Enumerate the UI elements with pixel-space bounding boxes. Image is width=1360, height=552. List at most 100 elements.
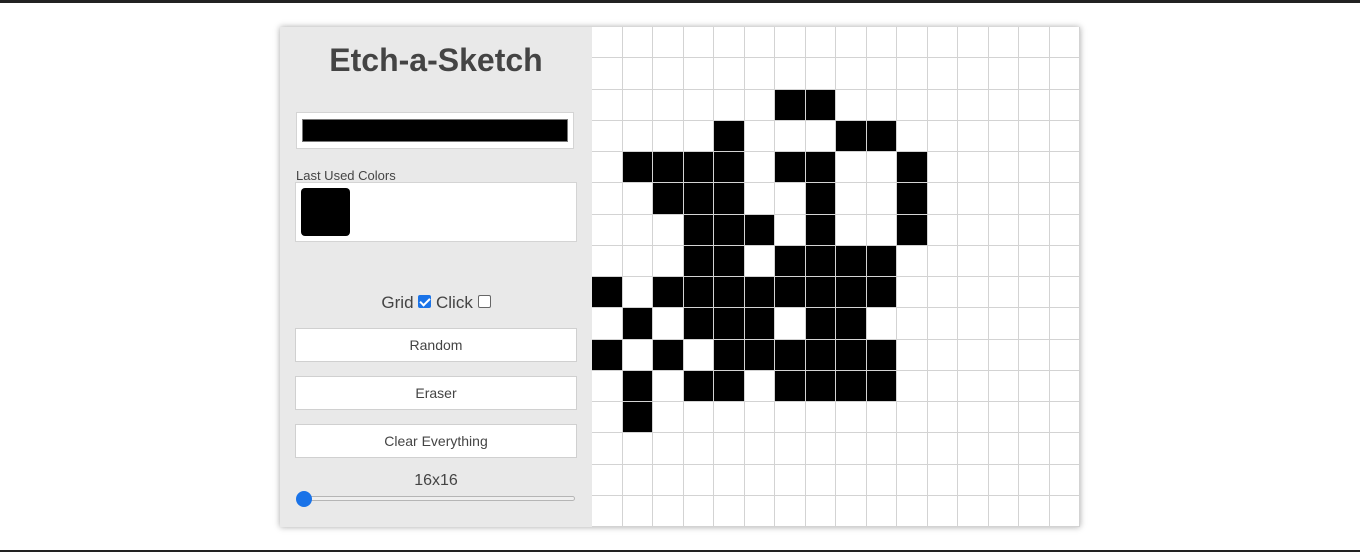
grid-cell[interactable]: [805, 339, 836, 371]
grid-cell[interactable]: [744, 152, 775, 184]
grid-cell[interactable]: [836, 339, 867, 371]
grid-cell[interactable]: [775, 433, 806, 465]
grid-cell[interactable]: [683, 120, 714, 152]
grid-cell[interactable]: [775, 152, 806, 184]
grid-cell[interactable]: [683, 277, 714, 309]
grid-cell[interactable]: [988, 277, 1019, 309]
grid-cell[interactable]: [683, 402, 714, 434]
grid-cell[interactable]: [775, 308, 806, 340]
grid-cell[interactable]: [988, 370, 1019, 402]
grid-cell[interactable]: [653, 277, 684, 309]
grid-cell[interactable]: [1049, 58, 1080, 90]
grid-cell[interactable]: [805, 152, 836, 184]
grid-cell[interactable]: [866, 339, 897, 371]
grid-cell[interactable]: [897, 245, 928, 277]
grid-cell[interactable]: [988, 245, 1019, 277]
grid-cell[interactable]: [836, 464, 867, 496]
grid-cell[interactable]: [683, 58, 714, 90]
grid-cell[interactable]: [805, 214, 836, 246]
grid-cell[interactable]: [805, 433, 836, 465]
grid-cell[interactable]: [836, 27, 867, 59]
grid-cell[interactable]: [1019, 89, 1050, 121]
grid-cell[interactable]: [683, 464, 714, 496]
grid-cell[interactable]: [805, 245, 836, 277]
grid-cell[interactable]: [653, 214, 684, 246]
grid-cell[interactable]: [775, 27, 806, 59]
grid-cell[interactable]: [958, 245, 989, 277]
grid-cell[interactable]: [1019, 214, 1050, 246]
grid-cell[interactable]: [744, 89, 775, 121]
grid-cell[interactable]: [592, 120, 623, 152]
grid-cell[interactable]: [1019, 370, 1050, 402]
grid-cell[interactable]: [927, 495, 958, 527]
grid-cell[interactable]: [744, 308, 775, 340]
grid-cell[interactable]: [805, 58, 836, 90]
grid-cell[interactable]: [927, 433, 958, 465]
grid-cell[interactable]: [805, 402, 836, 434]
grid-cell[interactable]: [714, 464, 745, 496]
grid-cell[interactable]: [988, 183, 1019, 215]
grid-cell[interactable]: [622, 89, 653, 121]
grid-cell[interactable]: [866, 464, 897, 496]
grid-cell[interactable]: [1019, 495, 1050, 527]
grid-cell[interactable]: [897, 120, 928, 152]
grid-cell[interactable]: [836, 214, 867, 246]
grid-cell[interactable]: [866, 183, 897, 215]
grid-cell[interactable]: [622, 58, 653, 90]
grid-cell[interactable]: [775, 370, 806, 402]
grid-cell[interactable]: [805, 308, 836, 340]
grid-cell[interactable]: [836, 277, 867, 309]
grid-cell[interactable]: [927, 58, 958, 90]
grid-cell[interactable]: [683, 27, 714, 59]
grid-cell[interactable]: [592, 89, 623, 121]
grid-cell[interactable]: [958, 339, 989, 371]
grid-cell[interactable]: [744, 120, 775, 152]
grid-cell[interactable]: [653, 152, 684, 184]
grid-cell[interactable]: [653, 120, 684, 152]
grid-cell[interactable]: [805, 370, 836, 402]
grid-cell[interactable]: [775, 58, 806, 90]
grid-cell[interactable]: [836, 183, 867, 215]
grid-cell[interactable]: [622, 183, 653, 215]
grid-cell[interactable]: [775, 277, 806, 309]
grid-checkbox[interactable]: [418, 295, 432, 309]
grid-cell[interactable]: [744, 402, 775, 434]
grid-cell[interactable]: [805, 89, 836, 121]
grid-cell[interactable]: [1049, 27, 1080, 59]
grid-cell[interactable]: [592, 433, 623, 465]
grid-cell[interactable]: [866, 433, 897, 465]
grid-cell[interactable]: [592, 214, 623, 246]
grid-cell[interactable]: [897, 339, 928, 371]
grid-cell[interactable]: [866, 277, 897, 309]
grid-cell[interactable]: [1019, 339, 1050, 371]
grid-cell[interactable]: [775, 339, 806, 371]
grid-cell[interactable]: [988, 464, 1019, 496]
grid-cell[interactable]: [1019, 58, 1050, 90]
grid-cell[interactable]: [622, 152, 653, 184]
grid-cell[interactable]: [866, 214, 897, 246]
grid-cell[interactable]: [714, 58, 745, 90]
grid-cell[interactable]: [714, 495, 745, 527]
grid-cell[interactable]: [988, 308, 1019, 340]
grid-cell[interactable]: [1019, 464, 1050, 496]
grid-cell[interactable]: [897, 433, 928, 465]
grid-cell[interactable]: [836, 308, 867, 340]
grid-cell[interactable]: [683, 152, 714, 184]
grid-cell[interactable]: [897, 464, 928, 496]
grid-cell[interactable]: [805, 277, 836, 309]
grid-cell[interactable]: [683, 370, 714, 402]
grid-cell[interactable]: [592, 308, 623, 340]
grid-cell[interactable]: [866, 58, 897, 90]
grid-cell[interactable]: [653, 495, 684, 527]
grid-cell[interactable]: [622, 433, 653, 465]
grid-cell[interactable]: [958, 120, 989, 152]
grid-cell[interactable]: [897, 308, 928, 340]
grid-cell[interactable]: [1049, 245, 1080, 277]
grid-size-slider-thumb[interactable]: [296, 491, 312, 507]
grid-cell[interactable]: [775, 495, 806, 527]
grid-cell[interactable]: [958, 308, 989, 340]
grid-cell[interactable]: [653, 308, 684, 340]
grid-cell[interactable]: [1049, 339, 1080, 371]
grid-cell[interactable]: [836, 152, 867, 184]
grid-cell[interactable]: [1019, 152, 1050, 184]
